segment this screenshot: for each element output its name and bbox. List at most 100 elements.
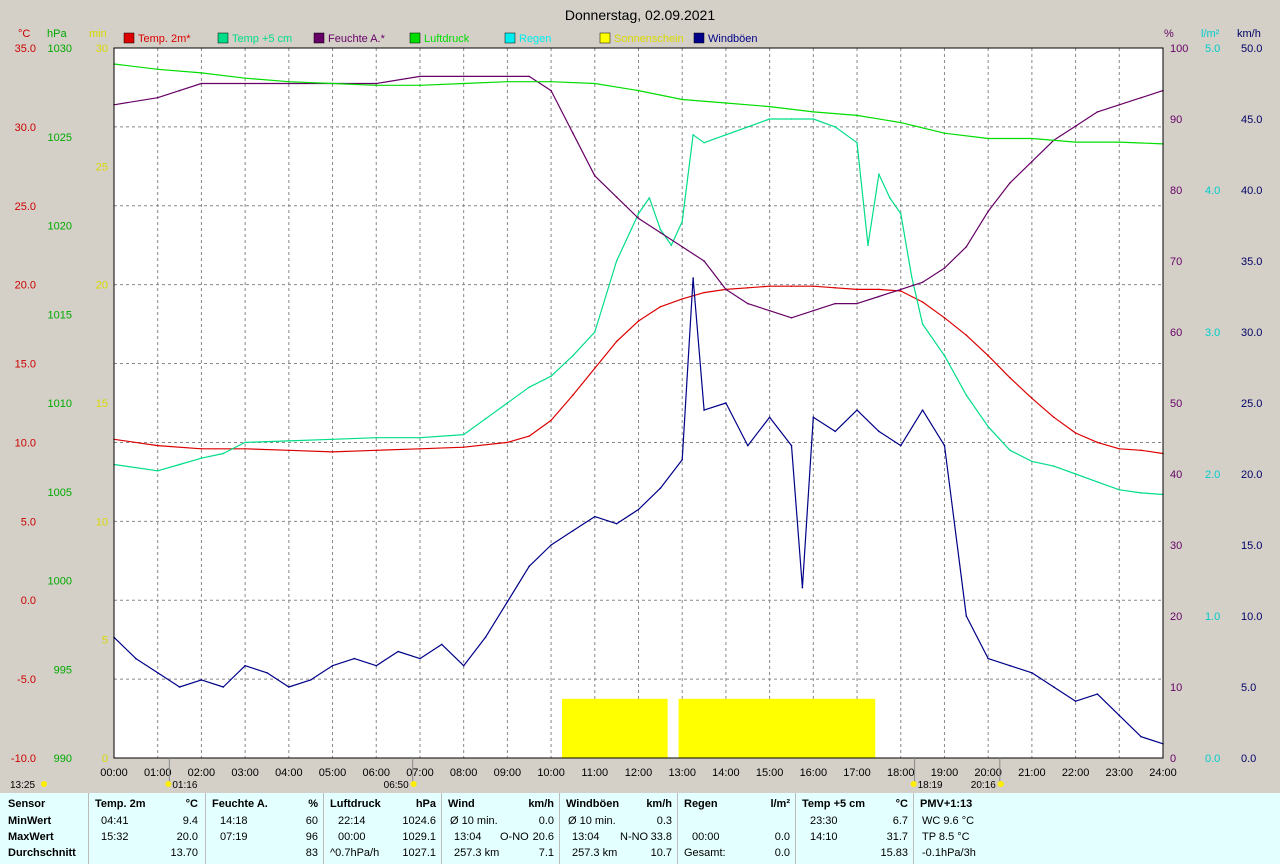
- series-point: [921, 323, 924, 325]
- series-point: [572, 530, 574, 532]
- series-point: [1031, 460, 1033, 463]
- series-point: [834, 287, 836, 289]
- series-point: [200, 447, 203, 450]
- series-point: [856, 302, 858, 305]
- series-point: [1118, 141, 1121, 143]
- series-point: [528, 565, 531, 568]
- corner-time-label: 13:25: [10, 780, 35, 791]
- legend-label: Temp. 2m*: [138, 33, 191, 45]
- series-point: [550, 89, 552, 92]
- series-point: [768, 105, 771, 108]
- series-point: [1118, 447, 1121, 450]
- series-point: [1096, 481, 1099, 483]
- series-point: [1031, 672, 1033, 674]
- series-point: [790, 285, 793, 288]
- series-point: [550, 544, 552, 546]
- series-point: [244, 441, 246, 444]
- series-point: [1009, 664, 1011, 667]
- series-point: [244, 82, 246, 85]
- x-tick-label: 14:00: [712, 767, 740, 779]
- temp-axis-tick: 25.0: [15, 201, 36, 213]
- series-point: [1052, 416, 1055, 419]
- series-point: [593, 175, 596, 177]
- series-point: [615, 196, 618, 198]
- wind-axis-tick: 15.0: [1241, 540, 1262, 552]
- x-tick-label: 13:00: [668, 767, 696, 779]
- series-point: [812, 416, 815, 419]
- series-point: [648, 197, 651, 199]
- series-point: [790, 118, 793, 120]
- series-point: [1031, 397, 1033, 400]
- series-point: [222, 686, 225, 688]
- series-point: [965, 334, 968, 336]
- x-tick-label: 09:00: [494, 767, 522, 779]
- x-tick-label: 24:00: [1149, 767, 1177, 779]
- stat-value: 60: [305, 815, 318, 827]
- stat-value: 257.3 km: [454, 847, 500, 859]
- series-point: [725, 288, 727, 291]
- series-point: [593, 82, 596, 85]
- series-point: [659, 487, 662, 490]
- stat-value: 83: [305, 847, 318, 859]
- stat-value: 6.7: [892, 815, 908, 827]
- series-point: [506, 75, 509, 78]
- series-point: [703, 291, 705, 294]
- humidity-axis-tick: 70: [1170, 256, 1182, 268]
- legend-swatch: [599, 32, 611, 44]
- stats-col-pmv: PMV+1:13 WC 9.6 °C TP 8.5 °C -0.1hPa/3h: [913, 793, 1280, 864]
- legend-swatch: [693, 32, 705, 44]
- pressure-axis-tick: 1020: [48, 221, 72, 233]
- series-point: [768, 416, 771, 419]
- series-point: [593, 331, 596, 333]
- series-point: [943, 317, 946, 319]
- series-point: [222, 452, 225, 455]
- series-point: [484, 417, 487, 420]
- series-point: [156, 68, 159, 71]
- series-point: [943, 267, 946, 269]
- stats-unit: %: [308, 798, 318, 810]
- stat-value: 13:04: [454, 831, 482, 843]
- series-point: [156, 96, 159, 99]
- wind-axis-tick: 35.0: [1241, 256, 1262, 268]
- legend-label: Luftdruck: [424, 33, 470, 45]
- temp-axis-tick: 20.0: [15, 280, 36, 292]
- x-tick-label: 22:00: [1062, 767, 1090, 779]
- series-point: [878, 430, 880, 433]
- moonset-marker-icon: [997, 781, 1004, 787]
- x-tick-label: 23:00: [1106, 767, 1134, 779]
- series-point: [375, 449, 378, 452]
- stats-header: Temp. 2m: [95, 798, 146, 810]
- humidity-axis-tick: 60: [1170, 327, 1182, 339]
- stats-col-pressure: Luftdruck hPa 22:14 1024.6 00:00 1029.1 …: [323, 793, 442, 864]
- series-point: [812, 285, 815, 288]
- series-point: [659, 228, 662, 231]
- series-point: [353, 657, 356, 660]
- legend-label: Sonnenschein: [614, 33, 684, 45]
- series-point: [746, 444, 749, 447]
- stats-header: Wind: [448, 798, 475, 810]
- series-point: [889, 197, 891, 199]
- x-tick-label: 11:00: [581, 767, 608, 779]
- stats-col-sensor: Sensor MinWert MaxWert Durchschnitt: [0, 793, 88, 864]
- pressure-axis-tick: 1005: [48, 487, 72, 499]
- sunshine-bar: [678, 698, 876, 758]
- stat-value: 257.3 km: [572, 847, 618, 859]
- stat-value: -0.1hPa/3h: [922, 847, 976, 859]
- series-point: [899, 212, 902, 215]
- x-tick-label: 18:00: [887, 767, 915, 779]
- series-point: [692, 133, 694, 136]
- stat-value: TP 8.5 °C: [922, 831, 970, 843]
- series-point: [725, 102, 727, 104]
- series-point: [419, 657, 421, 660]
- minutes-axis-tick: 30: [96, 43, 108, 55]
- series-point: [178, 463, 181, 466]
- stats-header: Regen: [684, 798, 718, 810]
- humidity-axis-tick: 100: [1170, 43, 1188, 55]
- stats-header: Sensor: [8, 798, 46, 810]
- series-point: [528, 75, 531, 78]
- pressure-axis-tick: 1025: [48, 132, 72, 144]
- series-point: [244, 77, 246, 79]
- pressure-axis-tick: 1010: [48, 398, 72, 410]
- stats-header: Luftdruck: [330, 798, 381, 810]
- stat-value: 31.7: [886, 831, 908, 843]
